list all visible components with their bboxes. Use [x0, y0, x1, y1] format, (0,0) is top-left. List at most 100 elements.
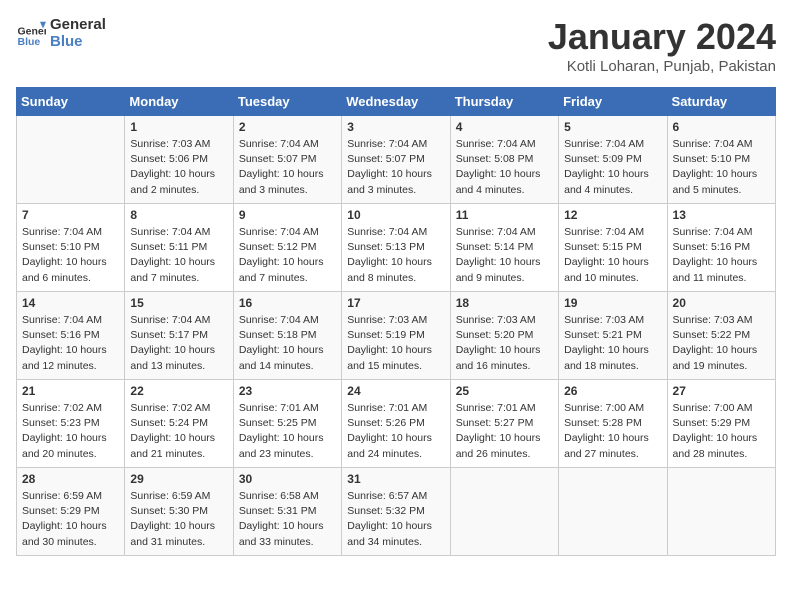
- calendar-table: SundayMondayTuesdayWednesdayThursdayFrid…: [16, 87, 776, 556]
- calendar-cell: 22 Sunrise: 7:02 AMSunset: 5:24 PMDayligh…: [125, 380, 233, 468]
- logo-text-line1: General: [50, 16, 106, 33]
- calendar-cell: 9 Sunrise: 7:04 AMSunset: 5:12 PMDaylight…: [233, 204, 341, 292]
- day-number: 7: [22, 208, 119, 222]
- day-info: Sunrise: 7:03 AMSunset: 5:06 PMDaylight:…: [130, 137, 227, 198]
- calendar-cell: [450, 468, 558, 556]
- day-info: Sunrise: 7:04 AMSunset: 5:15 PMDaylight:…: [564, 225, 661, 286]
- day-number: 14: [22, 296, 119, 310]
- day-number: 4: [456, 120, 553, 134]
- day-number: 5: [564, 120, 661, 134]
- day-number: 9: [239, 208, 336, 222]
- day-info: Sunrise: 7:01 AMSunset: 5:27 PMDaylight:…: [456, 401, 553, 462]
- calendar-cell: 21 Sunrise: 7:02 AMSunset: 5:23 PMDayligh…: [17, 380, 125, 468]
- day-number: 3: [347, 120, 444, 134]
- day-info: Sunrise: 7:04 AMSunset: 5:12 PMDaylight:…: [239, 225, 336, 286]
- day-info: Sunrise: 7:04 AMSunset: 5:09 PMDaylight:…: [564, 137, 661, 198]
- day-info: Sunrise: 7:04 AMSunset: 5:18 PMDaylight:…: [239, 313, 336, 374]
- day-number: 21: [22, 384, 119, 398]
- logo: General Blue General Blue: [16, 16, 106, 50]
- day-info: Sunrise: 7:01 AMSunset: 5:26 PMDaylight:…: [347, 401, 444, 462]
- logo-text-line2: Blue: [50, 33, 106, 50]
- weekday-header-sunday: Sunday: [17, 88, 125, 116]
- calendar-cell: 16Sunrise: 7:04 AMSunset: 5:18 PMDayligh…: [233, 292, 341, 380]
- day-info: Sunrise: 7:04 AMSunset: 5:07 PMDaylight:…: [239, 137, 336, 198]
- day-number: 10: [347, 208, 444, 222]
- day-number: 15: [130, 296, 227, 310]
- calendar-cell: [667, 468, 775, 556]
- title-block: January 2024 Kotli Loharan, Punjab, Paki…: [548, 16, 776, 75]
- day-number: 26: [564, 384, 661, 398]
- day-info: Sunrise: 7:02 AMSunset: 5:23 PMDaylight:…: [22, 401, 119, 462]
- day-info: Sunrise: 7:04 AMSunset: 5:13 PMDaylight:…: [347, 225, 444, 286]
- day-number: 23: [239, 384, 336, 398]
- week-row-1: 1Sunrise: 7:03 AMSunset: 5:06 PMDaylight…: [17, 116, 776, 204]
- day-info: Sunrise: 7:04 AMSunset: 5:11 PMDaylight:…: [130, 225, 227, 286]
- calendar-cell: 14 Sunrise: 7:04 AMSunset: 5:16 PMDayligh…: [17, 292, 125, 380]
- calendar-cell: 29 Sunrise: 6:59 AMSunset: 5:30 PMDayligh…: [125, 468, 233, 556]
- day-info: Sunrise: 6:58 AMSunset: 5:31 PMDaylight:…: [239, 489, 336, 550]
- calendar-cell: 5 Sunrise: 7:04 AMSunset: 5:09 PMDaylight…: [559, 116, 667, 204]
- day-info: Sunrise: 7:00 AMSunset: 5:29 PMDaylight:…: [673, 401, 770, 462]
- weekday-header-tuesday: Tuesday: [233, 88, 341, 116]
- day-info: Sunrise: 7:04 AMSunset: 5:16 PMDaylight:…: [22, 313, 119, 374]
- calendar-cell: 17 Sunrise: 7:03 AMSunset: 5:19 PMDayligh…: [342, 292, 450, 380]
- calendar-cell: 10 Sunrise: 7:04 AMSunset: 5:13 PMDayligh…: [342, 204, 450, 292]
- calendar-cell: 6Sunrise: 7:04 AMSunset: 5:10 PMDaylight…: [667, 116, 775, 204]
- day-info: Sunrise: 7:02 AMSunset: 5:24 PMDaylight:…: [130, 401, 227, 462]
- calendar-cell: 24 Sunrise: 7:01 AMSunset: 5:26 PMDayligh…: [342, 380, 450, 468]
- day-info: Sunrise: 7:00 AMSunset: 5:28 PMDaylight:…: [564, 401, 661, 462]
- week-row-4: 21 Sunrise: 7:02 AMSunset: 5:23 PMDayligh…: [17, 380, 776, 468]
- day-number: 18: [456, 296, 553, 310]
- weekday-header-wednesday: Wednesday: [342, 88, 450, 116]
- calendar-cell: 28Sunrise: 6:59 AMSunset: 5:29 PMDayligh…: [17, 468, 125, 556]
- day-info: Sunrise: 7:03 AMSunset: 5:21 PMDaylight:…: [564, 313, 661, 374]
- weekday-header-friday: Friday: [559, 88, 667, 116]
- week-row-3: 14 Sunrise: 7:04 AMSunset: 5:16 PMDayligh…: [17, 292, 776, 380]
- day-number: 13: [673, 208, 770, 222]
- day-number: 24: [347, 384, 444, 398]
- logo-icon: General Blue: [16, 18, 46, 48]
- calendar-cell: 8Sunrise: 7:04 AMSunset: 5:11 PMDaylight…: [125, 204, 233, 292]
- calendar-cell: 3 Sunrise: 7:04 AMSunset: 5:07 PMDaylight…: [342, 116, 450, 204]
- month-title: January 2024: [548, 16, 776, 58]
- calendar-cell: 26 Sunrise: 7:00 AMSunset: 5:28 PMDayligh…: [559, 380, 667, 468]
- day-number: 20: [673, 296, 770, 310]
- calendar-cell: 2Sunrise: 7:04 AMSunset: 5:07 PMDaylight…: [233, 116, 341, 204]
- day-info: Sunrise: 6:59 AMSunset: 5:30 PMDaylight:…: [130, 489, 227, 550]
- day-number: 11: [456, 208, 553, 222]
- svg-text:Blue: Blue: [18, 36, 41, 48]
- day-info: Sunrise: 7:04 AMSunset: 5:07 PMDaylight:…: [347, 137, 444, 198]
- calendar-cell: [559, 468, 667, 556]
- calendar-cell: 1Sunrise: 7:03 AMSunset: 5:06 PMDaylight…: [125, 116, 233, 204]
- day-number: 12: [564, 208, 661, 222]
- day-info: Sunrise: 7:01 AMSunset: 5:25 PMDaylight:…: [239, 401, 336, 462]
- day-info: Sunrise: 7:04 AMSunset: 5:14 PMDaylight:…: [456, 225, 553, 286]
- day-number: 31: [347, 472, 444, 486]
- day-number: 29: [130, 472, 227, 486]
- calendar-cell: 27 Sunrise: 7:00 AMSunset: 5:29 PMDayligh…: [667, 380, 775, 468]
- calendar-cell: 15 Sunrise: 7:04 AMSunset: 5:17 PMDayligh…: [125, 292, 233, 380]
- day-number: 22: [130, 384, 227, 398]
- calendar-cell: [17, 116, 125, 204]
- day-info: Sunrise: 7:03 AMSunset: 5:19 PMDaylight:…: [347, 313, 444, 374]
- calendar-cell: 19Sunrise: 7:03 AMSunset: 5:21 PMDayligh…: [559, 292, 667, 380]
- calendar-cell: 11 Sunrise: 7:04 AMSunset: 5:14 PMDayligh…: [450, 204, 558, 292]
- day-number: 30: [239, 472, 336, 486]
- day-info: Sunrise: 7:04 AMSunset: 5:10 PMDaylight:…: [673, 137, 770, 198]
- weekday-header-saturday: Saturday: [667, 88, 775, 116]
- day-info: Sunrise: 7:03 AMSunset: 5:20 PMDaylight:…: [456, 313, 553, 374]
- page-header: General Blue General Blue January 2024 K…: [16, 16, 776, 75]
- day-info: Sunrise: 7:04 AMSunset: 5:08 PMDaylight:…: [456, 137, 553, 198]
- day-info: Sunrise: 7:04 AMSunset: 5:17 PMDaylight:…: [130, 313, 227, 374]
- weekday-header-monday: Monday: [125, 88, 233, 116]
- day-number: 17: [347, 296, 444, 310]
- location-title: Kotli Loharan, Punjab, Pakistan: [548, 58, 776, 75]
- day-info: Sunrise: 6:57 AMSunset: 5:32 PMDaylight:…: [347, 489, 444, 550]
- day-info: Sunrise: 7:03 AMSunset: 5:22 PMDaylight:…: [673, 313, 770, 374]
- day-number: 27: [673, 384, 770, 398]
- day-info: Sunrise: 7:04 AMSunset: 5:10 PMDaylight:…: [22, 225, 119, 286]
- calendar-cell: 31 Sunrise: 6:57 AMSunset: 5:32 PMDayligh…: [342, 468, 450, 556]
- weekday-header-row: SundayMondayTuesdayWednesdayThursdayFrid…: [17, 88, 776, 116]
- calendar-cell: 18 Sunrise: 7:03 AMSunset: 5:20 PMDayligh…: [450, 292, 558, 380]
- week-row-2: 7 Sunrise: 7:04 AMSunset: 5:10 PMDaylight…: [17, 204, 776, 292]
